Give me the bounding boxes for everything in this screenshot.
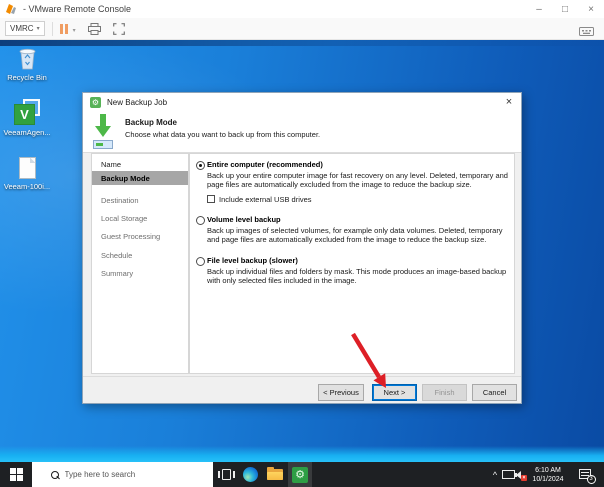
taskbar-search[interactable] (32, 462, 213, 487)
backup-target-box-icon (93, 140, 113, 149)
step-schedule[interactable]: Schedule (92, 246, 188, 264)
fullscreen-button[interactable] (112, 22, 125, 35)
previous-button[interactable]: < Previous (318, 384, 364, 401)
step-summary[interactable]: Summary (92, 264, 188, 282)
printer-button[interactable] (87, 22, 101, 35)
printer-icon (87, 22, 101, 35)
wizard-steps-sidebar: Name Backup Mode Destination Local Stora… (91, 153, 189, 374)
backup-mode-icon (92, 114, 114, 150)
dialog-header: Backup Mode Choose what data you want to… (83, 112, 521, 153)
veeam-v-tile: V (14, 104, 35, 125)
option-description: Back up images of selected volumes, for … (207, 226, 503, 244)
option-label[interactable]: Entire computer (recommended) (207, 160, 323, 169)
backup-mode-options-panel: Entire computer (recommended) Back up yo… (189, 153, 515, 374)
new-backup-job-dialog: ⚙ New Backup Job × Backup Mode Choose wh… (82, 92, 522, 404)
toolbar-separator (51, 21, 53, 36)
action-center-button[interactable]: 3 (570, 462, 600, 487)
vmrc-toolbar: VMRC ▾ ▾ (0, 18, 604, 40)
vmware-logo-icon (6, 4, 16, 14)
pause-icon (64, 23, 68, 34)
backup-dash-icon (96, 143, 103, 146)
finish-button: Finish (422, 384, 467, 401)
minimize-button[interactable]: – (526, 0, 552, 18)
network-icon (501, 470, 515, 479)
volume-muted-icon: × (514, 470, 527, 481)
notification-badge: 3 (586, 474, 596, 484)
veeam-agent-taskbar-button[interactable]: ⚙ (288, 462, 312, 487)
dialog-close-button[interactable]: × (501, 95, 517, 110)
search-icon (50, 470, 59, 479)
dialog-step-subtitle: Choose what data you want to back up fro… (125, 130, 321, 139)
desktop-icon-recycle-bin[interactable]: Recycle Bin (0, 44, 54, 82)
desktop-icon-veeam-agent[interactable]: V VeeamAgen... (0, 99, 54, 137)
document-icon (18, 157, 36, 179)
step-destination[interactable]: Destination (92, 191, 188, 209)
clock-time: 6:10 AM (535, 466, 561, 474)
option-label[interactable]: Volume level backup (207, 215, 281, 224)
dialog-titlebar[interactable]: ⚙ New Backup Job (83, 93, 521, 112)
chevron-down-icon: ▾ (72, 27, 76, 34)
step-backup-mode[interactable]: Backup Mode (92, 171, 188, 185)
close-button[interactable]: × (578, 0, 604, 18)
next-button[interactable]: Next > (372, 384, 417, 401)
step-local-storage[interactable]: Local Storage (92, 209, 188, 227)
keyboard-icon (579, 27, 594, 36)
volume-tray-button[interactable]: × (512, 462, 528, 487)
radio-volume-level[interactable] (196, 216, 205, 225)
wallpaper-top-shade (0, 40, 604, 46)
task-view-button[interactable] (214, 462, 238, 487)
desktop-icon-label: VeeamAgen... (3, 128, 51, 137)
veeam-agent-icon: V (14, 99, 40, 125)
fullscreen-icon (112, 22, 125, 35)
file-explorer-icon (267, 467, 283, 480)
maximize-button[interactable]: □ (552, 0, 578, 18)
start-button[interactable] (0, 462, 32, 487)
pause-vm-button[interactable]: ▾ (59, 23, 76, 34)
radio-file-level[interactable] (196, 257, 205, 266)
clock-date: 10/1/2024 (532, 475, 564, 483)
file-explorer-button[interactable] (263, 462, 287, 487)
desktop-icon-veeam-file[interactable]: Veeam-100i... (0, 157, 54, 191)
chevron-down-icon: ▾ (36, 26, 40, 32)
recycle-bin-icon (19, 48, 35, 70)
task-view-icon (232, 471, 235, 478)
dialog-title: New Backup Job (107, 98, 168, 107)
desktop-icon-label: Veeam-100i... (3, 182, 51, 191)
task-view-icon (217, 471, 220, 478)
step-guest-processing[interactable]: Guest Processing (92, 227, 188, 245)
option-description: Back up individual files and folders by … (207, 267, 507, 285)
edge-icon (242, 467, 258, 482)
gear-icon: ⚙ (292, 466, 308, 483)
window-titlebar: - VMware Remote Console – □ × (0, 0, 604, 18)
action-center-icon: 3 (578, 468, 596, 484)
window-title: - VMware Remote Console (23, 4, 132, 14)
checkbox-include-usb[interactable] (207, 195, 215, 203)
option-label[interactable]: File level backup (slower) (207, 256, 298, 265)
task-view-icon (221, 469, 231, 480)
search-input[interactable] (64, 470, 205, 479)
vmrc-menu-label: VMRC (10, 24, 34, 33)
windows-logo-icon (9, 468, 23, 481)
option-description: Back up your entire computer image for f… (207, 171, 508, 189)
pause-icon (59, 23, 63, 34)
keyboard-input-button[interactable] (579, 23, 594, 41)
wallpaper-bottom-glow (0, 446, 604, 462)
dialog-step-title: Backup Mode (125, 118, 178, 127)
veeam-gear-icon: ⚙ (90, 97, 101, 108)
mute-badge-icon: × (521, 474, 527, 481)
taskbar-clock[interactable]: 6:10 AM 10/1/2024 (530, 462, 566, 487)
desktop-icon-label: Recycle Bin (7, 73, 47, 82)
cancel-button[interactable]: Cancel (472, 384, 517, 401)
vmrc-menu-button[interactable]: VMRC ▾ (5, 21, 45, 36)
radio-entire-computer[interactable] (196, 161, 205, 170)
checkbox-label[interactable]: Include external USB drives (219, 195, 312, 204)
edge-browser-button[interactable] (238, 462, 262, 487)
